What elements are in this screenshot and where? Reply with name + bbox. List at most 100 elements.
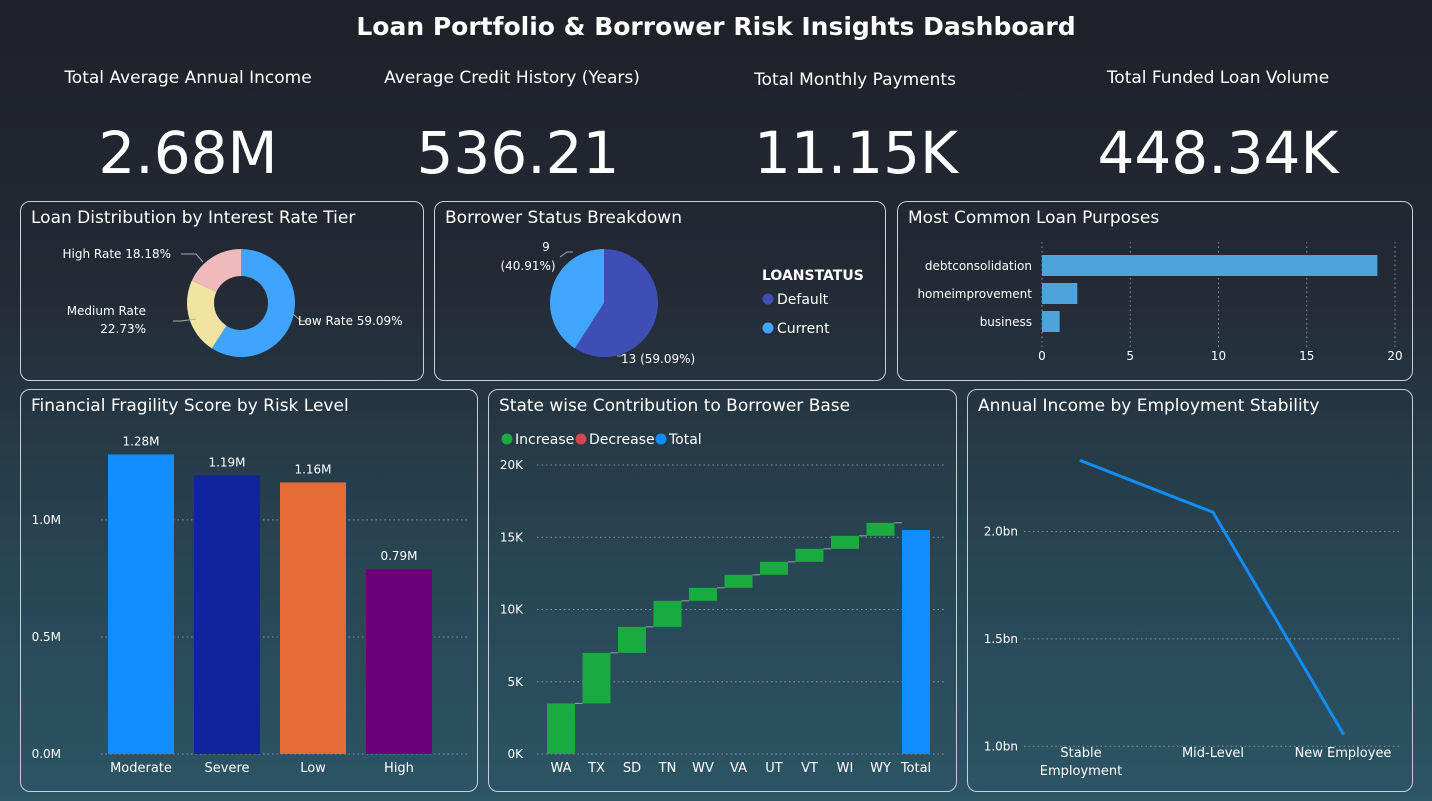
waterfall-bar-wv[interactable] bbox=[689, 587, 717, 601]
kpi-value-income: 2.68M bbox=[98, 119, 278, 187]
line-point bbox=[1341, 731, 1345, 735]
data-label: High Rate 18.18% bbox=[63, 247, 171, 261]
legend-label: Current bbox=[777, 321, 830, 337]
data-label: 22.73% bbox=[100, 322, 146, 336]
waterfall-bar-ut[interactable] bbox=[760, 561, 788, 575]
x-tick-label: Total bbox=[900, 761, 931, 776]
x-tick-label: 5 bbox=[1126, 349, 1134, 363]
purpose-bar-chart[interactable]: 0 5 10 15 20 debtconsolidation homeimprovement… bbox=[898, 202, 1414, 382]
panel-loan-purposes[interactable]: Most Common Loan Purposes 0 5 10 15 20 debtco… bbox=[897, 201, 1413, 381]
panel-state-waterfall[interactable]: State wise Contribution to Borrower Base… bbox=[488, 389, 957, 792]
legend-title: LOANSTATUS bbox=[762, 268, 864, 284]
kpi-label-payments: Total Monthly Payments bbox=[754, 70, 956, 90]
x-tick-label: WV bbox=[692, 761, 714, 776]
data-label: (40.91%) bbox=[500, 259, 555, 273]
y-tick-label: 2.0bn bbox=[984, 525, 1018, 539]
y-tick-label: 1.0M bbox=[32, 513, 61, 527]
x-tick-label: New Employee bbox=[1295, 746, 1392, 761]
legend-dot bbox=[575, 433, 587, 445]
income-line[interactable] bbox=[1080, 459, 1345, 735]
x-tick-label: Employment bbox=[1040, 764, 1122, 779]
y-tick-label: 1.5bn bbox=[984, 632, 1018, 646]
x-tick-label: SD bbox=[623, 761, 641, 776]
x-tick-label: WA bbox=[550, 761, 571, 776]
data-label: 1.16M bbox=[294, 462, 331, 476]
x-tick-label: 10 bbox=[1211, 349, 1226, 363]
kpi-value-credit: 536.21 bbox=[416, 119, 620, 187]
legend-label: Default bbox=[777, 292, 829, 308]
x-tick-label: TX bbox=[587, 761, 605, 776]
y-tick-label: 15K bbox=[500, 530, 524, 544]
data-label: Medium Rate bbox=[67, 304, 146, 318]
waterfall-bar-wy[interactable] bbox=[866, 522, 895, 536]
waterfall-bar-total[interactable] bbox=[902, 530, 930, 754]
legend-label: Increase bbox=[515, 432, 574, 448]
dashboard-title: Loan Portfolio & Borrower Risk Insights … bbox=[356, 12, 1076, 41]
donut-chart[interactable]: Low Rate 59.09% Medium Rate 22.73% High Rat… bbox=[21, 202, 425, 382]
kpi-value-volume: 448.34K bbox=[1097, 119, 1339, 187]
x-tick-label: TN bbox=[658, 761, 677, 776]
legend-dot bbox=[655, 433, 667, 445]
legend-dot bbox=[762, 293, 774, 305]
kpi-label-credit: Average Credit History (Years) bbox=[384, 68, 640, 88]
y-tick-label: debtconsolidation bbox=[925, 259, 1032, 273]
y-tick-label: 0.5M bbox=[32, 630, 61, 644]
x-tick-label: 0 bbox=[1038, 349, 1046, 363]
waterfall-bar-tx[interactable] bbox=[582, 652, 611, 704]
waterfall-chart[interactable]: 0K 5K 10K 15K 20K Increase Decrease Total WA TX SD… bbox=[489, 390, 958, 793]
x-tick-label: VT bbox=[801, 761, 818, 776]
waterfall-bar-wi[interactable] bbox=[831, 535, 859, 549]
x-tick-label: WI bbox=[837, 761, 854, 776]
bar-severe[interactable] bbox=[194, 475, 260, 754]
data-label: 9 bbox=[542, 240, 550, 254]
income-line-chart[interactable]: 1.0bn 1.5bn 2.0bn Stable Employment Mid-Level… bbox=[968, 390, 1414, 793]
x-tick-label: Moderate bbox=[110, 761, 172, 776]
legend-label: Total bbox=[668, 432, 702, 448]
waterfall-bar-va[interactable] bbox=[724, 574, 753, 588]
panel-interest-tier[interactable]: Loan Distribution by Interest Rate Tier … bbox=[20, 201, 424, 381]
y-tick-label: business bbox=[980, 315, 1032, 329]
bar-high[interactable] bbox=[366, 569, 432, 754]
kpi-label-volume: Total Funded Loan Volume bbox=[1106, 68, 1330, 88]
data-label: 1.28M bbox=[122, 434, 159, 448]
fragility-bar-chart[interactable]: 0.0M 0.5M 1.0M 1.28M Moderate 1.19M Severe 1.16… bbox=[21, 390, 479, 793]
panel-income-stability[interactable]: Annual Income by Employment Stability 1.… bbox=[967, 389, 1413, 792]
waterfall-bar-wa[interactable] bbox=[547, 703, 575, 754]
x-tick-label: WY bbox=[870, 761, 891, 776]
waterfall-bar-sd[interactable] bbox=[618, 626, 646, 653]
x-tick-label: 20 bbox=[1387, 349, 1402, 363]
data-label: 1.19M bbox=[208, 455, 245, 469]
x-tick-label: Low bbox=[300, 761, 326, 776]
waterfall-bar-tn[interactable] bbox=[653, 600, 682, 627]
x-tick-label: High bbox=[384, 761, 414, 776]
bar-homeimprovement[interactable] bbox=[1042, 283, 1078, 304]
panel-borrower-status[interactable]: Borrower Status Breakdown 13 (59.09%) 9 (4… bbox=[434, 201, 886, 381]
y-tick-label: 0.0M bbox=[32, 747, 61, 761]
legend-dot bbox=[501, 433, 513, 445]
kpi-value-payments: 11.15K bbox=[753, 119, 959, 187]
y-tick-label: 0K bbox=[507, 747, 524, 761]
panel-fragility[interactable]: Financial Fragility Score by Risk Level … bbox=[20, 389, 478, 792]
x-tick-label: Mid-Level bbox=[1182, 746, 1244, 761]
x-tick-label: Severe bbox=[205, 761, 250, 776]
leader-line bbox=[181, 253, 204, 263]
x-tick-label: Stable bbox=[1060, 746, 1101, 761]
bar-business[interactable] bbox=[1042, 311, 1060, 332]
data-label: 0.79M bbox=[380, 549, 417, 563]
legend-label: Decrease bbox=[589, 432, 655, 448]
waterfall-bar-vt[interactable] bbox=[795, 548, 824, 562]
leader-line bbox=[559, 251, 573, 258]
y-tick-label: 1.0bn bbox=[984, 739, 1018, 753]
data-label: Low Rate 59.09% bbox=[298, 314, 403, 328]
bar-moderate[interactable] bbox=[108, 454, 174, 754]
line-point bbox=[1211, 510, 1215, 514]
bar-debtconsolidation[interactable] bbox=[1042, 255, 1378, 276]
y-tick-label: 10K bbox=[500, 603, 524, 617]
x-tick-label: 15 bbox=[1299, 349, 1314, 363]
data-label: 13 (59.09%) bbox=[621, 352, 695, 366]
pie-chart[interactable]: 13 (59.09%) 9 (40.91%) LOANSTATUS Default Cur… bbox=[435, 202, 887, 382]
legend-dot bbox=[762, 322, 774, 334]
x-tick-label: UT bbox=[765, 761, 783, 776]
y-tick-label: 20K bbox=[500, 458, 524, 472]
bar-low[interactable] bbox=[280, 482, 346, 754]
